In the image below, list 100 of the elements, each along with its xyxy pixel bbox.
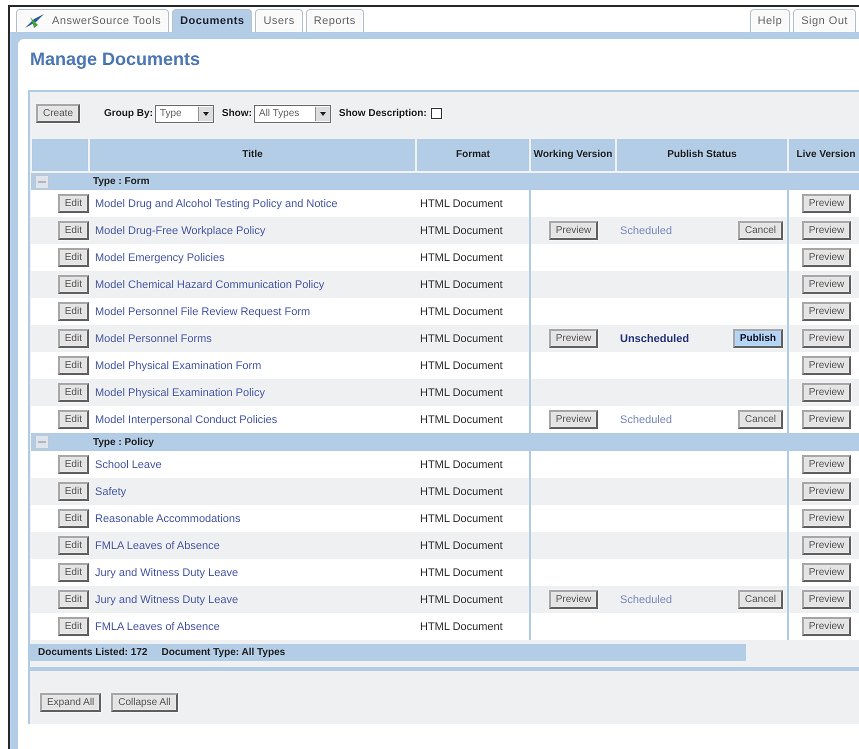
collapse-all-button[interactable]: Collapse All xyxy=(111,693,178,712)
show-description-checkbox[interactable] xyxy=(430,108,442,119)
page-title: Manage Documents xyxy=(30,49,200,70)
show-dropdown[interactable]: All Types xyxy=(254,104,331,122)
format-text: HTML Document xyxy=(420,224,503,236)
edit-button[interactable]: Edit xyxy=(58,617,89,636)
format-text: HTML Document xyxy=(420,360,503,372)
format-text: HTML Document xyxy=(420,566,503,578)
document-link[interactable]: Model Chemical Hazard Communication Policy xyxy=(95,278,324,290)
preview-button[interactable]: Preview xyxy=(548,590,598,609)
publish-status: Scheduled xyxy=(620,224,672,236)
edit-button[interactable]: Edit xyxy=(58,563,89,582)
edit-button[interactable]: Edit xyxy=(58,410,89,429)
document-link[interactable]: Model Drug and Alcohol Testing Policy and Notice xyxy=(95,198,338,210)
preview-button[interactable]: Preview xyxy=(548,410,598,429)
document-link[interactable]: Jury and Witness Duty Leave xyxy=(95,594,238,606)
publish-status: Scheduled xyxy=(620,594,672,606)
edit-button[interactable]: Edit xyxy=(58,356,89,375)
edit-button[interactable]: Edit xyxy=(58,455,89,474)
edit-button[interactable]: Edit xyxy=(58,248,89,267)
document-link[interactable]: Safety xyxy=(95,486,126,498)
group-label: Type : Form xyxy=(93,176,150,187)
preview-button[interactable]: Preview xyxy=(802,563,852,582)
cancel-button[interactable]: Cancel xyxy=(738,410,783,429)
format-text: HTML Document xyxy=(420,486,503,498)
preview-button[interactable]: Preview xyxy=(548,329,598,348)
collapse-icon[interactable] xyxy=(35,174,49,188)
document-link[interactable]: Model Personnel Forms xyxy=(95,332,212,344)
publish-status: Scheduled xyxy=(620,414,672,426)
publish-status: Unscheduled xyxy=(620,332,690,344)
create-button[interactable]: Create xyxy=(36,104,80,123)
tab[interactable]: Users xyxy=(255,9,303,32)
format-text: HTML Document xyxy=(420,252,503,264)
preview-button[interactable]: Preview xyxy=(802,194,852,213)
edit-button[interactable]: Edit xyxy=(58,302,89,321)
column-header: Publish Status xyxy=(616,138,788,172)
preview-button[interactable]: Preview xyxy=(802,221,852,240)
document-link[interactable]: Model Drug-Free Workplace Policy xyxy=(95,224,266,236)
tab[interactable]: Help xyxy=(750,9,790,32)
format-text: HTML Document xyxy=(420,540,503,552)
document-link[interactable]: Model Emergency Policies xyxy=(95,252,225,264)
format-text: HTML Document xyxy=(420,458,503,470)
logo-icon xyxy=(24,13,46,29)
tab[interactable]: Reports xyxy=(306,9,364,32)
group-label: Type : Policy xyxy=(93,436,154,448)
preview-button[interactable]: Preview xyxy=(802,356,852,375)
edit-button[interactable]: Edit xyxy=(58,221,89,240)
document-link[interactable]: FMLA Leaves of Absence xyxy=(95,620,220,632)
document-link[interactable]: Jury and Witness Duty Leave xyxy=(95,566,238,578)
edit-button[interactable]: Edit xyxy=(58,194,89,213)
edit-button[interactable]: Edit xyxy=(58,275,89,294)
edit-button[interactable]: Edit xyxy=(58,482,89,501)
document-link[interactable]: Model Interpersonal Conduct Policies xyxy=(95,414,278,426)
expand-all-button[interactable]: Expand All xyxy=(40,693,102,712)
document-link[interactable]: Model Physical Examination Policy xyxy=(95,386,265,398)
preview-button[interactable]: Preview xyxy=(548,221,598,240)
preview-button[interactable]: Preview xyxy=(802,536,852,555)
show-label: Show: xyxy=(222,108,252,119)
group-by-label: Group By: xyxy=(104,108,153,119)
preview-button[interactable]: Preview xyxy=(802,509,852,528)
preview-button[interactable]: Preview xyxy=(802,248,852,267)
preview-button[interactable]: Preview xyxy=(802,617,852,636)
edit-button[interactable]: Edit xyxy=(58,383,89,402)
format-text: HTML Document xyxy=(420,620,503,632)
cancel-button[interactable]: Cancel xyxy=(738,590,783,609)
preview-button[interactable]: Preview xyxy=(802,455,852,474)
tab[interactable]: Sign Out xyxy=(793,9,856,32)
preview-button[interactable]: Preview xyxy=(802,482,852,501)
publish-button[interactable]: Publish xyxy=(732,329,783,348)
edit-button[interactable]: Edit xyxy=(58,536,89,555)
preview-button[interactable]: Preview xyxy=(802,275,852,294)
document-link[interactable]: School Leave xyxy=(95,458,162,470)
format-text: HTML Document xyxy=(420,512,503,524)
tab[interactable]: Documents xyxy=(172,9,252,32)
group-by-dropdown[interactable]: Type xyxy=(154,104,214,122)
column-header: Working Version xyxy=(530,138,616,172)
format-text: HTML Document xyxy=(420,386,503,398)
tab[interactable]: AnswerSource Tools xyxy=(16,9,170,32)
format-text: HTML Document xyxy=(420,414,503,426)
preview-button[interactable]: Preview xyxy=(802,590,852,609)
collapse-icon[interactable] xyxy=(35,435,49,449)
format-text: HTML Document xyxy=(420,594,503,606)
edit-button[interactable]: Edit xyxy=(58,329,89,348)
document-link[interactable]: Model Physical Examination Form xyxy=(95,360,262,372)
column-header: Live Version xyxy=(788,138,859,172)
edit-button[interactable]: Edit xyxy=(58,590,89,609)
status-text: Document Type: All Types xyxy=(161,647,286,658)
cancel-button[interactable]: Cancel xyxy=(738,221,783,240)
preview-button[interactable]: Preview xyxy=(802,410,852,429)
preview-button[interactable]: Preview xyxy=(802,302,852,321)
preview-button[interactable]: Preview xyxy=(802,329,852,348)
document-link[interactable]: Reasonable Accommodations xyxy=(95,512,241,524)
edit-button[interactable]: Edit xyxy=(58,509,89,528)
format-text: HTML Document xyxy=(420,332,503,344)
column-header: Title xyxy=(89,138,416,172)
format-text: HTML Document xyxy=(420,306,503,318)
document-link[interactable]: Model Personnel File Review Request Form xyxy=(95,306,310,318)
format-text: HTML Document xyxy=(420,198,503,210)
document-link[interactable]: FMLA Leaves of Absence xyxy=(95,540,220,552)
preview-button[interactable]: Preview xyxy=(802,383,852,402)
